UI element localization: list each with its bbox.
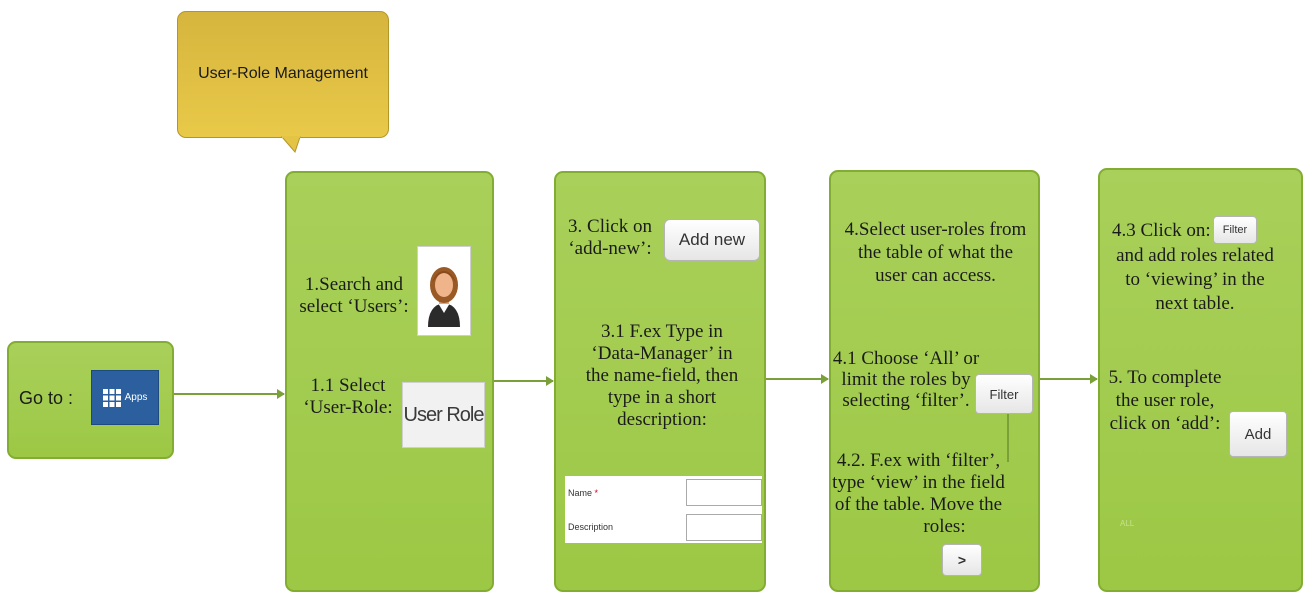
step4-line1: 4.Select user-roles from [844,219,1027,240]
step4-line8: type ‘view’ in the field [832,472,1005,493]
step3-text-b: 3.1 F.ex Type in ‘Data-Manager’ in the n… [562,321,762,431]
step1-text-a: 1.Search and select ‘Users’: [299,274,409,318]
step1-box: 1.Search and select ‘Users’: 1.1 Select … [285,171,494,592]
step4-text-b: 4.1 Choose ‘All’ or limit the roles by s… [831,348,981,411]
step5-text-b: 5. To complete the user role, click on ‘… [1100,366,1230,435]
filter-button-2-label: Filter [1222,224,1248,236]
step3-box: 3. Click on ‘add-new’: Add new 3.1 F.ex … [554,171,766,592]
grid-icon [102,388,121,407]
step3-desc4: type in a short [607,387,717,408]
step4-line10-wrap: roles: [831,516,1006,538]
step5-line5: 5. To complete [1108,367,1222,388]
step4-line9: of the table. Move the [834,494,1003,515]
step5-box: 4.3 Click on: Filter and add roles relat… [1098,168,1303,592]
step5-line4: next table. [1155,293,1235,314]
step4-line6: selecting ‘filter’. [842,390,970,411]
arrow-step3-step4 [766,374,829,384]
user-avatar-icon[interactable] [417,246,471,336]
arrow-goto-step1 [174,389,285,399]
step5-line6: the user role, [1115,390,1215,411]
step4-line7: 4.2. F.ex with ‘filter’, [836,450,1001,471]
step3-desc2: ‘Data-Manager’ in [591,343,733,364]
step4-line10: roles: [923,516,966,537]
step3-desc3: the name-field, then [585,365,739,386]
step3-desc1: 3.1 F.ex Type in [601,321,723,342]
filter-button-2[interactable]: Filter [1213,216,1257,244]
step3-desc5: description: [617,409,707,430]
filter-button[interactable]: Filter [975,374,1033,414]
arrow-step1-step3 [494,376,554,386]
name-label-text: Name [568,488,593,498]
callout-pointer [280,136,301,153]
name-field[interactable] [686,479,762,506]
user-role-button-label: User Role [403,403,485,426]
step5-line2: and add roles related [1116,245,1274,266]
step4-line4: 4.1 Choose ‘All’ or [832,348,980,369]
add-button-label: Add [1244,425,1272,443]
form-preview: Name * Description [565,476,762,543]
step1-text-b: 1.1 Select ‘User-Role: [295,375,401,419]
step3-line1: 3. Click on [568,216,652,237]
required-mark: * [594,488,599,498]
goto-label: Go to : [19,388,74,408]
step5-text-a: and add roles related to ‘viewing’ in th… [1110,244,1280,316]
move-roles-button[interactable]: > [942,544,982,576]
step4-box: 4.Select user-roles from the table of wh… [829,170,1040,592]
add-button[interactable]: Add [1229,411,1287,457]
user-role-button[interactable]: User Role [402,382,485,448]
goto-box: Go to : Apps [7,341,174,459]
apps-label: Apps [124,392,148,403]
step3-text-a: 3. Click on ‘add-new’: [560,216,660,260]
step1-line2: select ‘Users’: [299,296,409,317]
description-field[interactable] [686,514,762,541]
move-button-label: > [957,552,967,568]
step4-text-c: 4.2. F.ex with ‘filter’, type ‘view’ in … [831,450,1006,538]
step4-line5: limit the roles by [841,369,971,390]
filter-connector-line [1007,414,1009,462]
title-callout: User-Role Management [177,11,389,138]
step3-line2: ‘add-new’: [568,238,652,259]
add-new-button-label: Add new [678,230,746,249]
name-field-label: Name * [568,488,598,498]
step4-line3: user can access. [875,265,996,286]
step1-line4: ‘User-Role: [303,397,393,418]
apps-button[interactable]: Apps [91,370,159,425]
step5-line7: click on ‘add’: [1109,413,1221,434]
callout-title: User-Role Management [198,65,368,82]
filter-button-label: Filter [989,386,1019,402]
step4-line2: the table of what the [857,242,1014,263]
step4-text-a: 4.Select user-roles from the table of wh… [831,218,1040,287]
step5-line3: to ‘viewing’ in the [1125,269,1265,290]
arrow-step4-step5 [1040,374,1098,384]
faint-all-label: ALL [1120,519,1135,528]
step5-line1: 4.3 Click on: [1112,220,1211,241]
step1-line1: 1.Search and [304,274,404,295]
description-field-label: Description [568,522,614,532]
add-new-button[interactable]: Add new [664,219,760,261]
step1-line3: 1.1 Select [310,375,386,396]
